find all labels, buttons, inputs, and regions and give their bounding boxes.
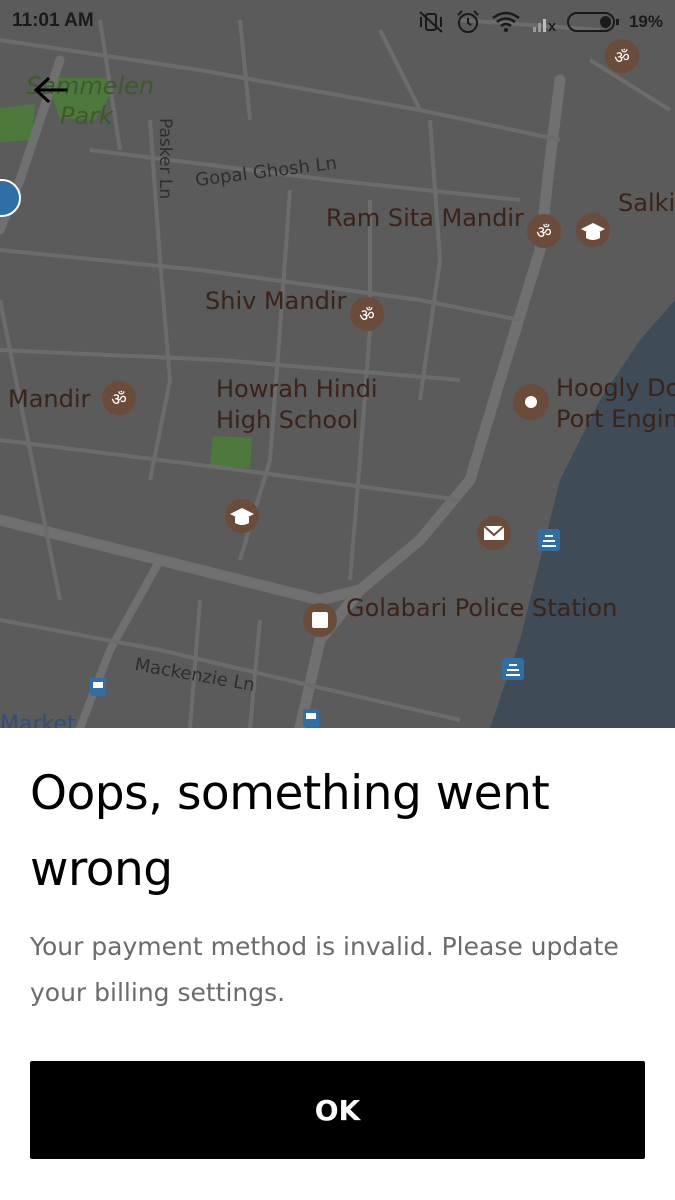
- status-time: 11:01 AM: [12, 10, 94, 31]
- alarm-icon: [455, 9, 481, 35]
- om-icon[interactable]: ॐ: [102, 381, 136, 415]
- map-label-poi: Shiv Mandir: [205, 287, 346, 315]
- map-label-poi: Port Engin: [556, 405, 675, 433]
- battery-icon: [566, 11, 619, 33]
- school-icon[interactable]: [576, 213, 610, 247]
- dialog-title: Oops, something went wrong: [30, 766, 550, 897]
- ghat-icon[interactable]: [538, 529, 560, 551]
- post-office-icon[interactable]: [477, 516, 511, 550]
- status-icons: 19%: [417, 8, 663, 36]
- back-button[interactable]: [30, 70, 70, 110]
- bus-stop-icon[interactable]: [90, 678, 106, 696]
- map-label-area: Market: [0, 712, 76, 728]
- bus-stop-icon[interactable]: [303, 709, 319, 727]
- park-area: [210, 436, 252, 468]
- ok-button[interactable]: OK: [30, 1061, 645, 1159]
- school-icon[interactable]: [225, 499, 259, 533]
- status-bar: 11:01 AM 19%: [0, 0, 675, 46]
- map-label-poi: Hoogly Do: [556, 374, 675, 402]
- vibrate-off-icon: [417, 10, 445, 34]
- map-label-street: Pasker Ln: [155, 118, 175, 199]
- signal-icon: [531, 11, 557, 33]
- svg-text:ॐ: ॐ: [614, 48, 630, 68]
- map-label-poi: High School: [216, 406, 358, 434]
- dialog-message: Your payment method is invalid. Please u…: [30, 932, 619, 1007]
- svg-text:ॐ: ॐ: [359, 306, 375, 326]
- svg-text:ॐ: ॐ: [111, 390, 127, 410]
- police-icon[interactable]: [303, 603, 337, 637]
- map-label-poi: Salki: [618, 189, 675, 217]
- om-icon[interactable]: ॐ: [350, 297, 384, 331]
- error-dialog: Oops, something went wrong Your payment …: [0, 728, 675, 1200]
- om-icon[interactable]: ॐ: [527, 214, 561, 248]
- map-label-poi: Mandir: [8, 385, 91, 413]
- map-label-poi: Ram Sita Mandir: [326, 204, 524, 232]
- ghat-icon[interactable]: [502, 658, 524, 680]
- wifi-icon: [491, 10, 521, 34]
- battery-percent: 19%: [628, 12, 663, 31]
- place-icon[interactable]: [513, 384, 549, 420]
- map-label-poi: Howrah Hindi: [216, 375, 378, 403]
- back-arrow-icon: [33, 76, 68, 104]
- svg-text:ॐ: ॐ: [536, 223, 552, 243]
- map-view[interactable]: ॐ ॐ ॐ ॐ Sammelen Park Pasker Ln Gopal Gh…: [0, 0, 675, 728]
- map-label-poi: Golabari Police Station: [346, 594, 617, 622]
